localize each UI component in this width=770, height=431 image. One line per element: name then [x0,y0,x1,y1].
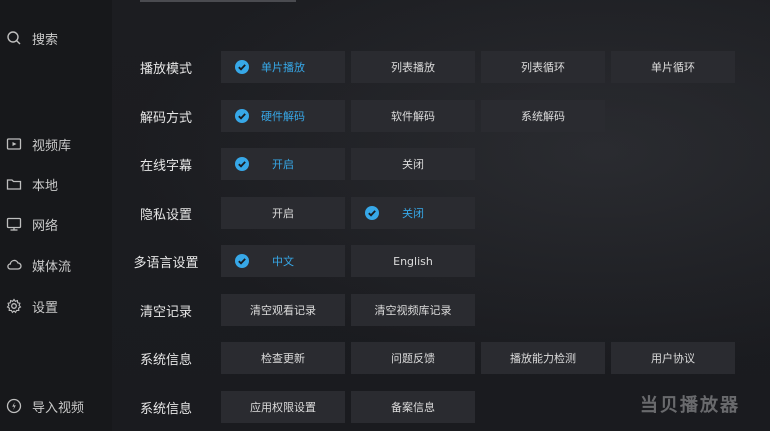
check-icon [235,60,249,74]
option-label: 列表循环 [521,61,565,74]
option-privacy-on[interactable]: 开启 [221,197,345,229]
folder-icon [6,179,22,190]
option-list-loop[interactable]: 列表循环 [481,51,605,83]
option-label: 应用权限设置 [250,401,316,414]
sidebar-item-local[interactable]: 本地 [0,172,112,196]
clear-watch-history-button[interactable]: 清空观看记录 [221,294,345,326]
setting-label-online-subtitle: 在线字幕 [139,158,192,174]
sidebar-search[interactable]: 搜索 [0,26,112,50]
option-subtitle-on[interactable]: 开启 [221,148,345,180]
option-subtitle-off[interactable]: 关闭 [351,148,475,180]
option-label: 系统解码 [521,110,565,123]
sidebar: 搜索 视频库 本地 网络 媒体流 设置 导入视频 [0,0,112,431]
option-label: 开启 [272,158,294,171]
option-label: 中文 [272,255,294,268]
app-permission-settings-button[interactable]: 应用权限设置 [221,391,345,423]
sidebar-item-label: 本地 [32,178,59,194]
sidebar-item-label: 网络 [32,218,59,234]
sidebar-item-settings[interactable]: 设置 [0,294,112,318]
import-icon [6,398,22,414]
sidebar-item-media-stream[interactable]: 媒体流 [0,253,112,277]
setting-label-play-mode: 播放模式 [139,61,192,77]
option-label: 备案信息 [391,401,435,414]
option-label: 用户协议 [651,352,695,365]
setting-label-privacy: 隐私设置 [139,207,192,223]
sidebar-item-label: 媒体流 [32,259,72,275]
user-agreement-button[interactable]: 用户协议 [611,342,735,374]
check-update-button[interactable]: 检查更新 [221,342,345,374]
gear-icon [6,298,22,314]
check-icon [235,254,249,268]
option-privacy-off[interactable]: 关闭 [351,197,475,229]
option-label: 清空视频库记录 [374,304,452,317]
sidebar-item-label: 设置 [32,300,59,316]
option-label: 软件解码 [391,110,435,123]
sidebar-item-video-library[interactable]: 视频库 [0,132,112,156]
option-single-loop[interactable]: 单片循环 [611,51,735,83]
sidebar-import-video[interactable]: 导入视频 [0,394,112,418]
option-label: 检查更新 [261,352,305,365]
sidebar-item-label: 视频库 [32,138,72,154]
option-label: 单片循环 [651,61,695,74]
option-label: 关闭 [402,207,424,220]
sidebar-item-network[interactable]: 网络 [0,212,112,236]
option-label: 播放能力检测 [510,352,576,365]
check-icon [235,109,249,123]
option-label: 硬件解码 [261,110,305,123]
option-label: 单片播放 [261,61,305,74]
option-language-chinese[interactable]: 中文 [221,245,345,277]
option-label: 列表播放 [391,61,435,74]
check-icon [365,206,379,220]
network-icon [6,217,22,231]
option-label: 问题反馈 [391,352,435,365]
search-icon [7,31,21,45]
option-label: English [393,254,433,268]
video-library-icon [6,138,22,150]
option-software-decode[interactable]: 软件解码 [351,100,475,132]
option-language-english[interactable]: English [351,245,475,277]
playback-capability-test-button[interactable]: 播放能力检测 [481,342,605,374]
sidebar-import-label: 导入视频 [32,400,85,416]
check-icon [235,157,249,171]
option-label: 开启 [272,207,294,220]
setting-label-clear-records: 清空记录 [139,304,192,320]
option-single-play[interactable]: 单片播放 [221,51,345,83]
setting-label-system-info: 系统信息 [139,352,192,368]
option-list-play[interactable]: 列表播放 [351,51,475,83]
cloud-icon [7,259,22,270]
clear-library-history-button[interactable]: 清空视频库记录 [351,294,475,326]
feedback-button[interactable]: 问题反馈 [351,342,475,374]
setting-label-system-info-2: 系统信息 [139,401,192,417]
option-label: 关闭 [402,158,424,171]
top-scroll-indicator [140,0,296,2]
filing-info-button[interactable]: 备案信息 [351,391,475,423]
setting-label-decode-mode: 解码方式 [139,110,192,126]
sidebar-search-label: 搜索 [32,32,59,48]
option-hardware-decode[interactable]: 硬件解码 [221,100,345,132]
option-system-decode[interactable]: 系统解码 [481,100,605,132]
option-label: 清空观看记录 [250,304,316,317]
brand-watermark: 当贝播放器 [640,395,740,416]
setting-label-language: 多语言设置 [133,255,199,271]
